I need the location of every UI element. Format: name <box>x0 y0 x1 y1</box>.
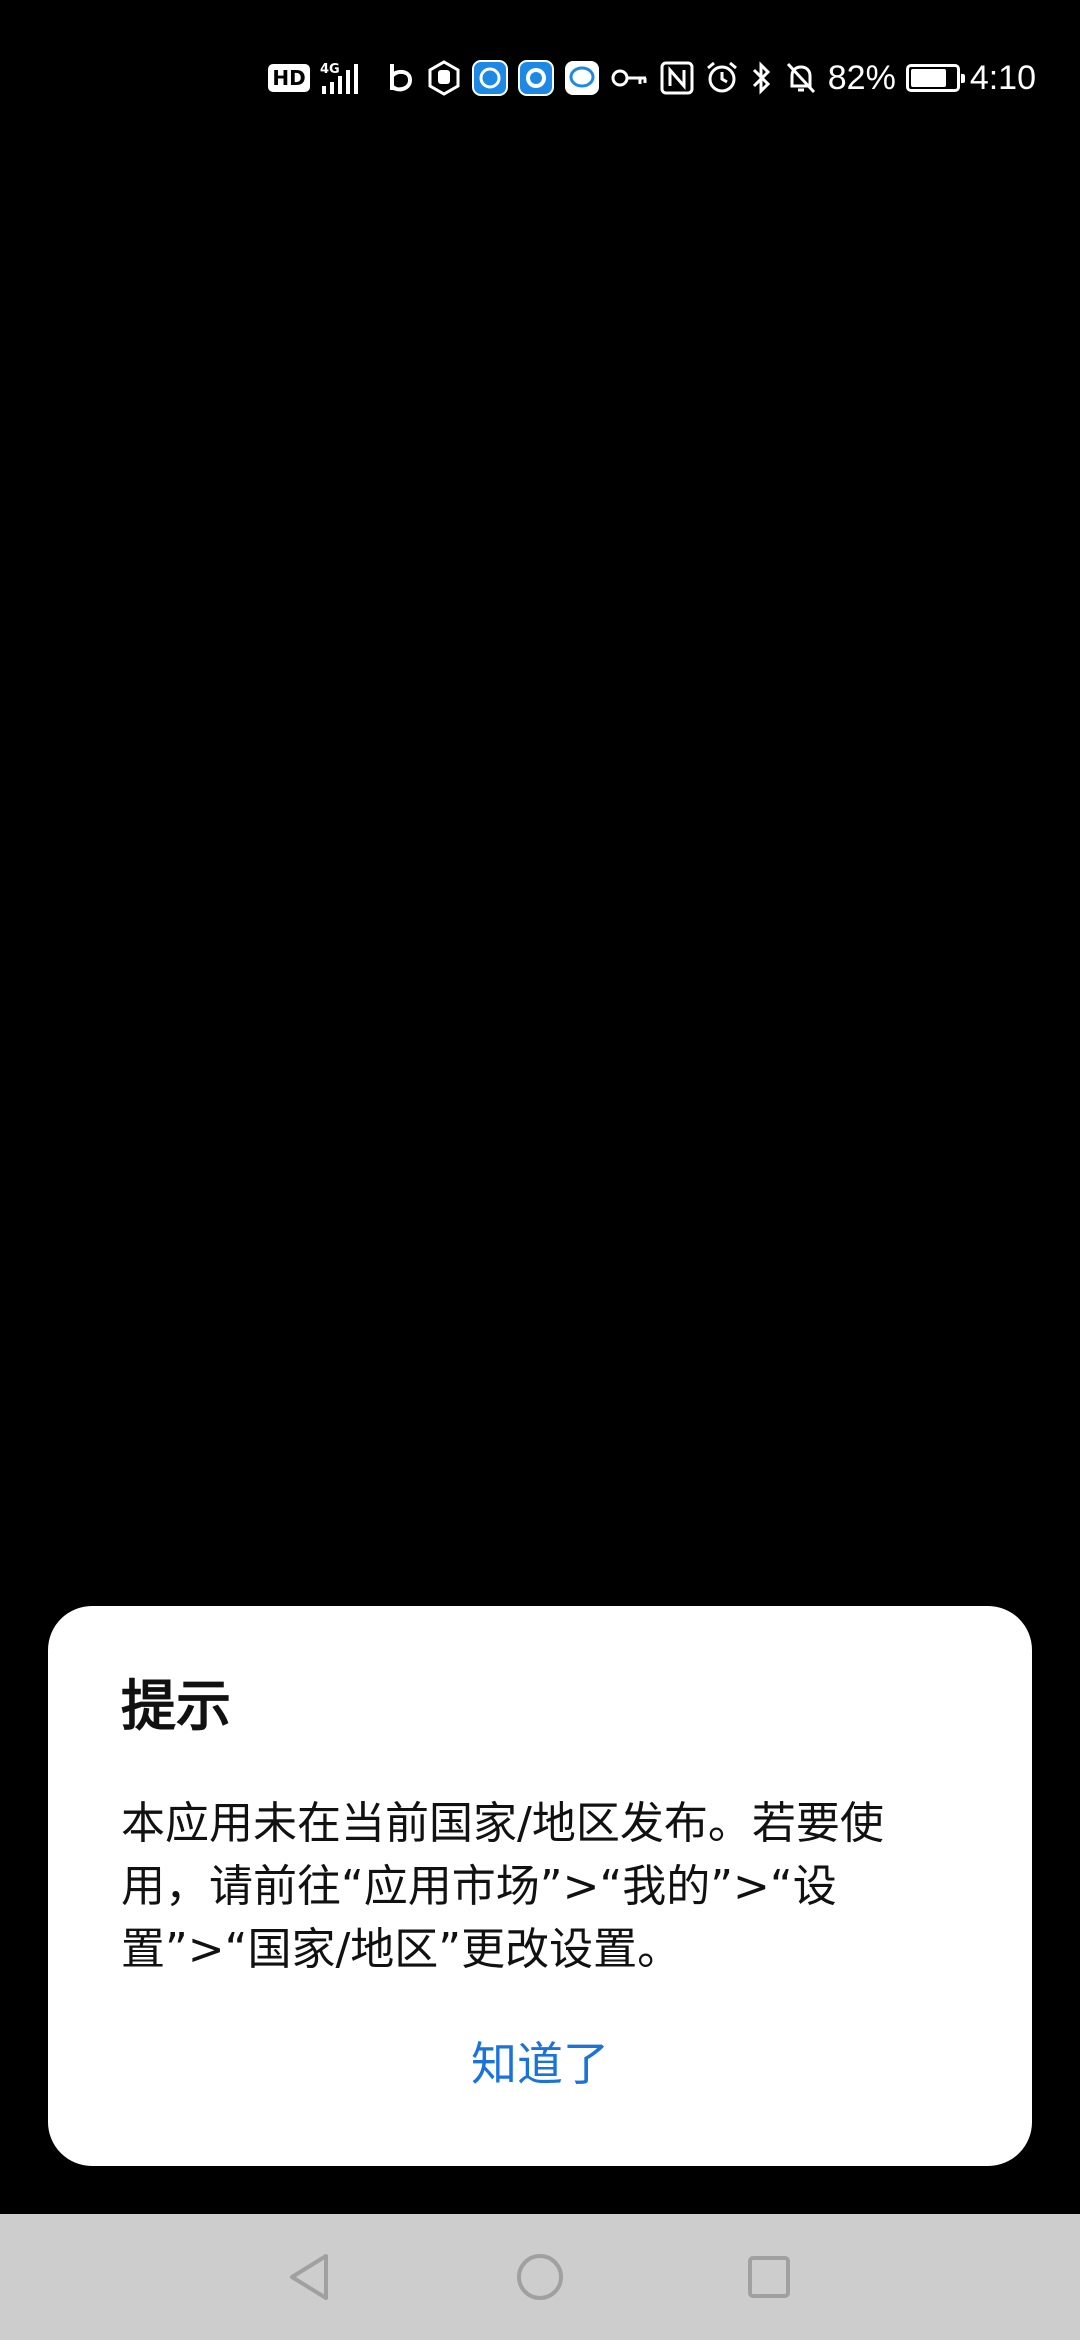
dialog-title: 提示 <box>121 1674 232 1738</box>
home-icon <box>517 2254 563 2300</box>
battery-fill <box>910 69 947 87</box>
mute-icon <box>784 58 818 98</box>
back-button[interactable] <box>266 2234 352 2320</box>
hd-icon: HD <box>268 64 310 92</box>
bluetooth-icon <box>750 58 774 98</box>
hand-app-icon <box>426 58 462 98</box>
dialog-message: 本应用未在当前国家/地区发布。若要使用，请前往“应用市场”>“我的”>“设置”>… <box>121 1798 884 1975</box>
recents-button[interactable] <box>726 2234 812 2320</box>
alarm-icon <box>704 58 740 98</box>
battery-icon <box>905 58 965 98</box>
nfc-icon <box>660 58 694 98</box>
status-bar: HD 4G 82% 4:10 <box>0 0 1080 150</box>
b-app-icon <box>386 58 416 98</box>
signal-4g-icon: 4G <box>320 58 376 98</box>
recents-icon <box>748 2256 790 2298</box>
svg-text:4G: 4G <box>320 62 340 77</box>
status-icons: HD 4G 82% 4:10 <box>268 52 1036 104</box>
browser-app-icon <box>517 58 554 98</box>
battery-percent: 82% <box>827 59 896 97</box>
navigation-bar <box>0 2214 1080 2340</box>
got-it-button[interactable]: 知道了 <box>48 2006 1032 2116</box>
clock: 4:10 <box>969 59 1036 97</box>
screen: HD 4G 82% 4:10 提示 本应用未在当前国家/地区发布。若要使用，请前… <box>0 0 1080 2340</box>
chat-app-icon <box>564 58 600 98</box>
key-icon <box>610 58 650 98</box>
home-button[interactable] <box>497 2234 583 2320</box>
blue-app-icon <box>471 58 508 98</box>
alert-dialog: 提示 本应用未在当前国家/地区发布。若要使用，请前往“应用市场”>“我的”>“设… <box>48 1606 1032 2166</box>
back-icon <box>290 2254 328 2300</box>
